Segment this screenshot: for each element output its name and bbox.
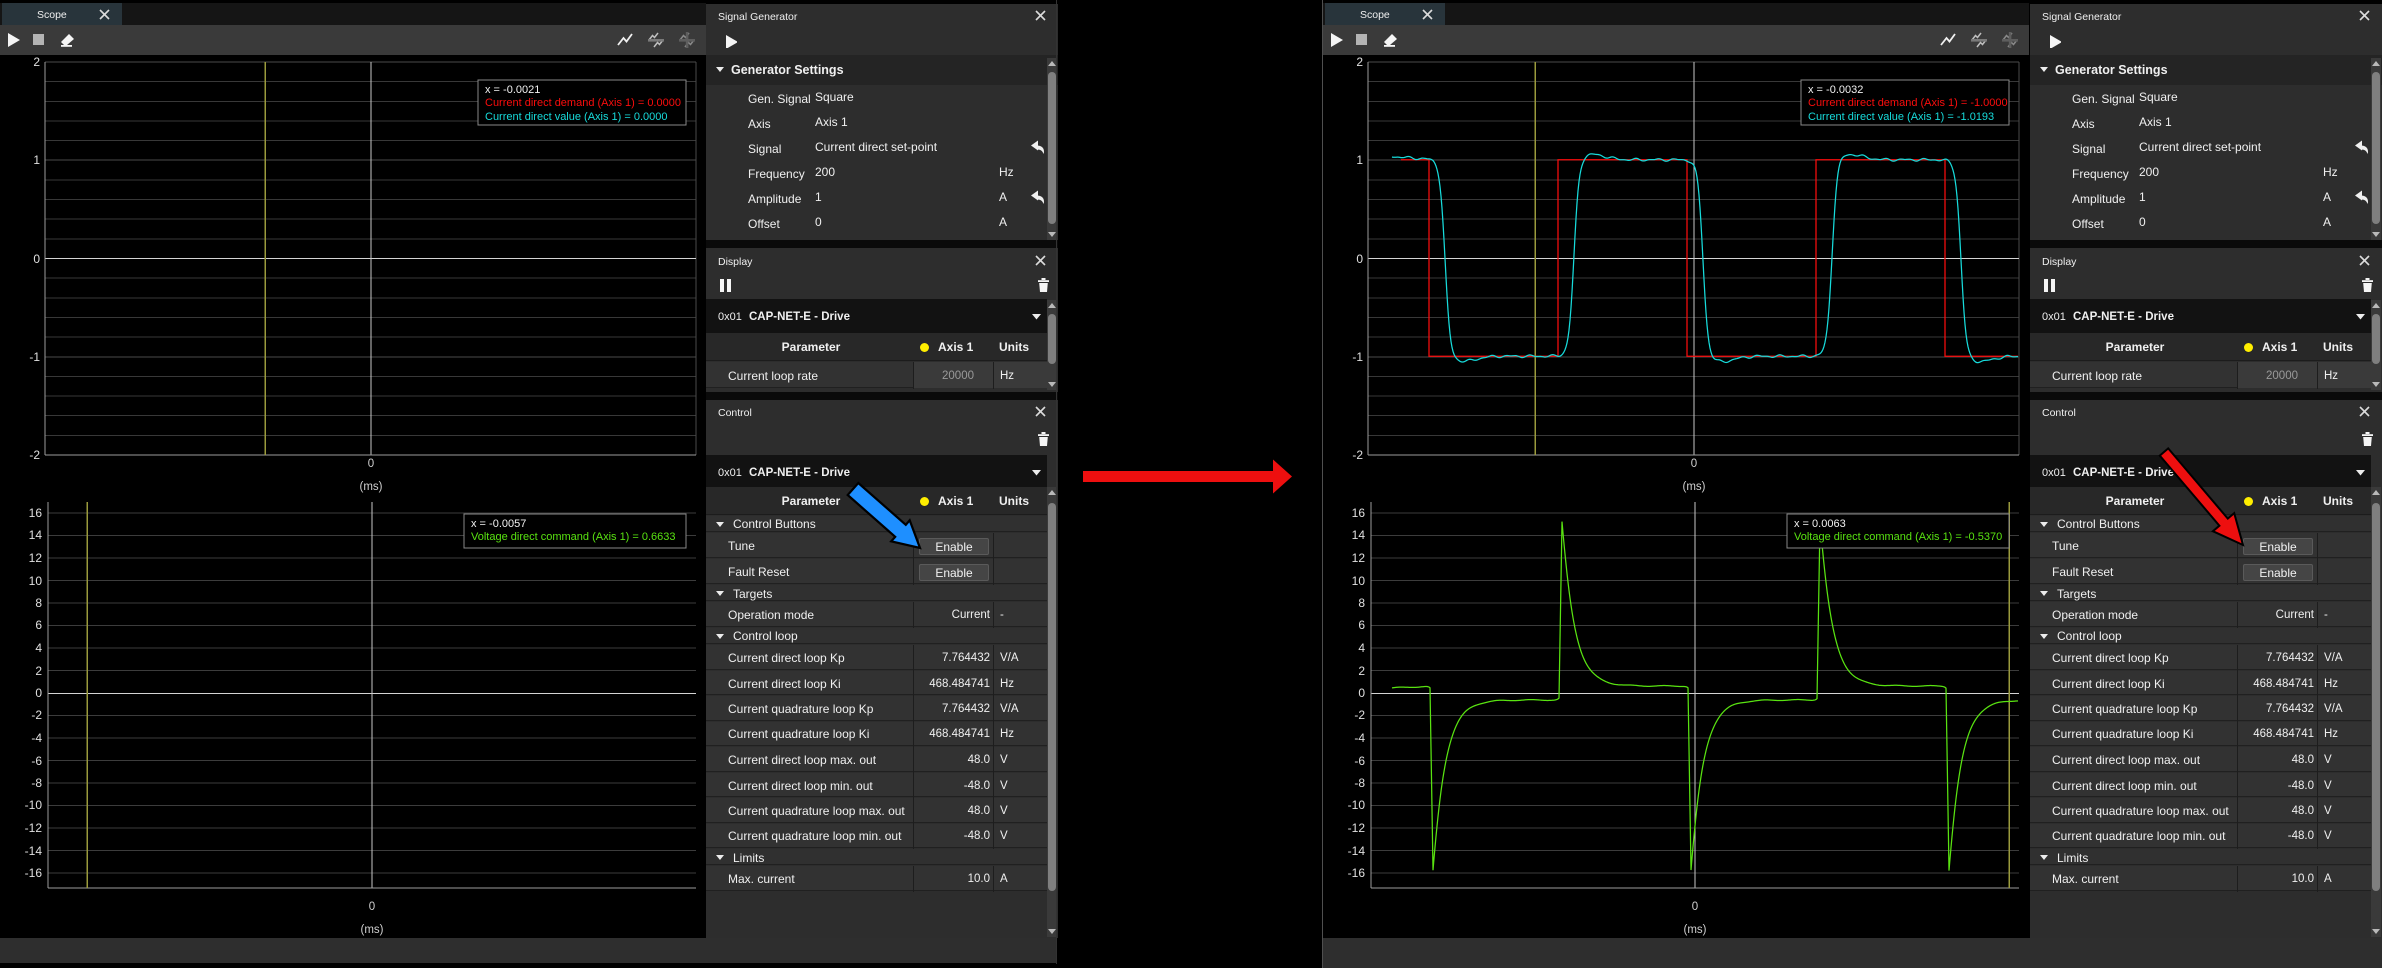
svg-text:-2: -2 [29, 448, 40, 462]
svg-text:-8: -8 [1354, 776, 1365, 790]
svg-text:-4: -4 [1354, 731, 1365, 745]
svg-text:-16: -16 [25, 866, 43, 880]
svg-text:(ms): (ms) [361, 924, 384, 936]
svg-text:Current direct value (Axis 1): Current direct value (Axis 1) = 0.0000 [485, 111, 668, 123]
svg-text:-10: -10 [1348, 798, 1366, 812]
svg-text:(ms): (ms) [1683, 481, 1706, 493]
svg-text:8: 8 [1358, 596, 1365, 610]
svg-text:-6: -6 [1354, 754, 1365, 768]
svg-text:Voltage direct command (Axis 1: Voltage direct command (Axis 1) = 0.6633 [471, 531, 676, 543]
svg-text:x = -0.0021: x = -0.0021 [485, 84, 540, 96]
svg-text:2: 2 [35, 664, 42, 678]
svg-text:8: 8 [35, 596, 42, 610]
svg-text:-12: -12 [1348, 821, 1366, 835]
svg-text:(ms): (ms) [360, 481, 383, 493]
svg-text:-2: -2 [1352, 448, 1363, 462]
svg-text:Current direct demand (Axis 1): Current direct demand (Axis 1) = -1.0000 [1808, 97, 2008, 109]
svg-text:1: 1 [1356, 153, 1363, 167]
svg-text:-1: -1 [1352, 350, 1363, 364]
svg-text:6: 6 [1358, 618, 1365, 632]
svg-text:-10: -10 [25, 798, 43, 812]
svg-text:x = 0.0063: x = 0.0063 [1794, 518, 1846, 530]
svg-text:-1: -1 [29, 350, 40, 364]
svg-text:16: 16 [29, 506, 43, 520]
svg-text:-14: -14 [25, 844, 43, 858]
svg-text:2: 2 [1356, 55, 1363, 69]
svg-text:(ms): (ms) [1684, 924, 1707, 936]
svg-text:Current direct value (Axis 1): Current direct value (Axis 1) = -1.0193 [1808, 111, 1994, 123]
svg-text:12: 12 [1352, 551, 1366, 565]
svg-text:-6: -6 [31, 754, 42, 768]
svg-text:0: 0 [33, 252, 40, 266]
svg-text:Current direct demand (Axis 1): Current direct demand (Axis 1) = 0.0000 [485, 97, 681, 109]
svg-text:-12: -12 [25, 821, 43, 835]
svg-text:Voltage direct command (Axis 1: Voltage direct command (Axis 1) = -0.537… [1794, 531, 2002, 543]
svg-text:14: 14 [1352, 528, 1366, 542]
svg-text:2: 2 [1358, 664, 1365, 678]
svg-text:-2: -2 [31, 708, 42, 722]
svg-text:4: 4 [35, 641, 42, 655]
svg-text:12: 12 [29, 551, 43, 565]
svg-text:0: 0 [368, 458, 374, 470]
svg-text:14: 14 [29, 528, 43, 542]
svg-text:0: 0 [1358, 686, 1365, 700]
svg-text:4: 4 [1358, 641, 1365, 655]
svg-text:-8: -8 [31, 776, 42, 790]
svg-text:2: 2 [33, 55, 40, 69]
svg-text:1: 1 [33, 153, 40, 167]
svg-text:0: 0 [35, 686, 42, 700]
svg-text:6: 6 [35, 618, 42, 632]
svg-text:0: 0 [1692, 901, 1698, 913]
svg-text:16: 16 [1352, 506, 1366, 520]
svg-text:0: 0 [369, 901, 375, 913]
svg-text:0: 0 [1356, 252, 1363, 266]
svg-text:x = -0.0057: x = -0.0057 [471, 518, 526, 530]
svg-text:-16: -16 [1348, 866, 1366, 880]
svg-text:-4: -4 [31, 731, 42, 745]
svg-text:10: 10 [29, 574, 43, 588]
svg-text:10: 10 [1352, 574, 1366, 588]
svg-text:0: 0 [1691, 458, 1697, 470]
svg-text:-2: -2 [1354, 708, 1365, 722]
svg-text:-14: -14 [1348, 844, 1366, 858]
svg-text:x = -0.0032: x = -0.0032 [1808, 84, 1863, 96]
